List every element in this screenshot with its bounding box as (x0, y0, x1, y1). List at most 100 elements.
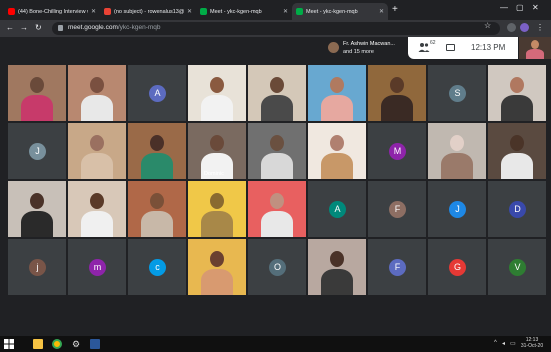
windows-start-icon[interactable] (4, 339, 14, 349)
participant-tile[interactable]: S (428, 65, 486, 121)
participant-video-tile[interactable] (428, 123, 486, 179)
close-icon[interactable]: ✕ (283, 8, 288, 15)
menu-kebab-icon[interactable]: ⋮ (536, 22, 544, 34)
participant-video-tile[interactable] (68, 123, 126, 179)
word-icon[interactable] (90, 339, 100, 349)
people-icon[interactable] (418, 41, 430, 53)
reload-icon[interactable]: ↻ (35, 22, 42, 34)
participant-video-tile[interactable] (188, 65, 246, 121)
tab-gmail[interactable]: (no subject) - rowenalus13@gm ✕ (100, 3, 196, 20)
participant-video-tile[interactable] (308, 239, 366, 295)
participant-video-tile[interactable] (308, 123, 366, 179)
taskbar-date: 31-Oct-20 (520, 343, 544, 349)
participant-video-tile[interactable] (8, 181, 66, 237)
address-bar[interactable]: meet.google.com/ykc-kgen-mqb (52, 22, 500, 35)
participant-video-tile[interactable] (68, 181, 126, 237)
participant-tile[interactable]: M (368, 123, 426, 179)
extension-icon[interactable] (507, 23, 516, 32)
participant-body (261, 95, 293, 121)
participant-avatar: S (449, 85, 466, 102)
meeting-time: 12:13 PM (471, 43, 506, 52)
bookmark-star-icon[interactable]: ☆ (484, 21, 491, 30)
participant-face (330, 251, 344, 267)
participant-video-tile[interactable] (248, 65, 306, 121)
participant-face (270, 135, 284, 151)
participant-face (150, 193, 164, 209)
volume-icon[interactable]: ◂ (502, 340, 505, 347)
tab-youtube[interactable]: (44) Bone-Chilling Interview wit ✕ (4, 3, 100, 20)
meet-icon (296, 8, 303, 15)
participant-video-tile[interactable] (248, 123, 306, 179)
participant-tile[interactable]: F (368, 181, 426, 237)
participant-avatar: j (29, 259, 46, 276)
participant-tile[interactable]: O (248, 239, 306, 295)
close-icon[interactable]: ✕ (379, 8, 384, 15)
settings-gear-icon[interactable]: ⚙ (71, 339, 81, 349)
participant-tile[interactable]: D (488, 181, 546, 237)
participant-tile[interactable]: A (128, 65, 186, 121)
participant-body (261, 211, 293, 237)
close-icon[interactable]: ✕ (91, 8, 96, 15)
close-window-icon[interactable]: ✕ (532, 3, 539, 12)
tab-meet-2[interactable]: Meet - ykc-kgen-mqb ✕ (292, 3, 388, 20)
participant-tile[interactable]: J (428, 181, 486, 237)
participant-body (261, 153, 293, 179)
participant-body (321, 95, 353, 121)
participant-video-tile[interactable] (188, 181, 246, 237)
participant-avatar: G (449, 259, 466, 276)
profile-avatar[interactable] (520, 23, 529, 32)
close-icon[interactable]: ✕ (187, 8, 192, 15)
new-tab-button[interactable]: + (392, 4, 398, 16)
participant-avatar: F (389, 201, 406, 218)
participant-body (201, 211, 233, 237)
participant-video-tile[interactable]: Dominic (188, 123, 246, 179)
participant-tile[interactable]: V (488, 239, 546, 295)
participant-video-tile[interactable] (248, 181, 306, 237)
file-explorer-icon[interactable] (33, 339, 43, 349)
participant-video-tile[interactable] (308, 65, 366, 121)
tray-chevron-icon[interactable]: ^ (494, 340, 497, 346)
participant-video-tile[interactable] (488, 65, 546, 121)
participant-face (390, 77, 404, 93)
participant-tile[interactable]: j (8, 239, 66, 295)
tab-meet-1[interactable]: Meet - ykc-kgen-mqb ✕ (196, 3, 292, 20)
participant-tile[interactable]: c (128, 239, 186, 295)
network-icon[interactable]: ▭ (510, 340, 516, 347)
participant-video-tile[interactable] (368, 65, 426, 121)
self-view-tile[interactable] (519, 37, 551, 59)
participant-name-tag: Dominic (204, 171, 224, 177)
participant-tile[interactable]: F (368, 239, 426, 295)
participant-video-tile[interactable] (488, 123, 546, 179)
forward-icon[interactable]: → (20, 22, 28, 34)
meet-video-grid: A S J Dominic M A F J Dj m c O F G V (0, 37, 551, 336)
maximize-icon[interactable]: ▢ (516, 3, 524, 12)
participant-face (90, 77, 104, 93)
participant-body (321, 153, 353, 179)
minimize-icon[interactable]: — (500, 3, 508, 12)
participant-face (30, 193, 44, 209)
participant-tile[interactable]: J (8, 123, 66, 179)
participant-avatar: J (449, 201, 466, 218)
participant-tile[interactable]: A (308, 181, 366, 237)
presenter-pill[interactable]: Fr. Ashwin Macwan... and 15 more (324, 39, 408, 57)
participant-video-tile[interactable] (68, 65, 126, 121)
participant-avatar: J (29, 143, 46, 160)
participant-video-tile[interactable] (188, 239, 246, 295)
participant-video-tile[interactable] (128, 123, 186, 179)
participant-tile[interactable]: G (428, 239, 486, 295)
participant-avatar: F (389, 259, 406, 276)
participant-avatar: A (149, 85, 166, 102)
participant-video-tile[interactable] (8, 65, 66, 121)
participant-face (330, 77, 344, 93)
taskbar-clock[interactable]: 12:13 31-Oct-20 (518, 337, 546, 349)
tab-title: Meet - ykc-kgen-mqb (306, 8, 358, 15)
chrome-icon[interactable] (52, 339, 62, 349)
participant-face (90, 135, 104, 151)
participant-body (21, 95, 53, 121)
participant-tile[interactable]: m (68, 239, 126, 295)
participant-face (330, 135, 344, 151)
participant-video-tile[interactable] (128, 181, 186, 237)
chat-icon[interactable] (446, 44, 455, 51)
meeting-controls: 62 12:13 PM (408, 37, 518, 59)
back-icon[interactable]: ← (6, 22, 14, 34)
